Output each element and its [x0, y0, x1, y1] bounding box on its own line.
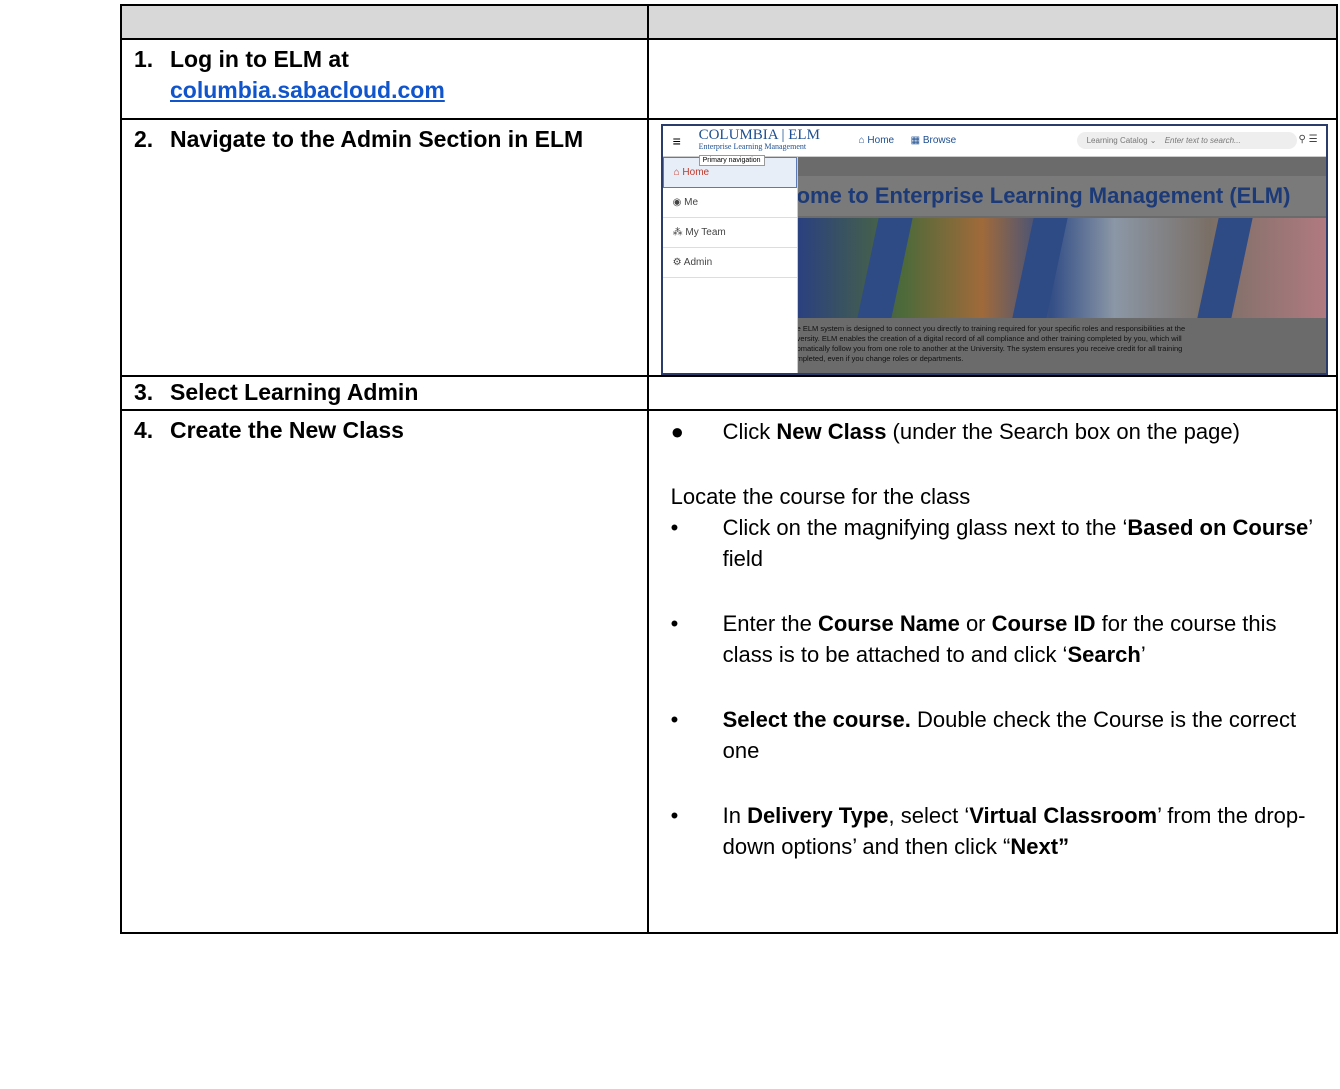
table-header-row — [120, 4, 1339, 40]
table-row: 4. Create the New Class ● Click New Clas… — [120, 409, 1339, 934]
step-number: 1. — [134, 46, 154, 72]
primary-navigation-tooltip: Primary navigation — [698, 155, 765, 166]
search-scope: Learning Catalog — [1086, 136, 1148, 145]
table-row: 3. Select Learning Admin — [120, 375, 1339, 411]
step-text: Log in to ELM at columbia.sabacloud.com — [170, 44, 445, 106]
step-number: 3. — [134, 379, 154, 405]
nav-browse-label: Browse — [922, 135, 957, 146]
step-3: 3. Select Learning Admin — [122, 377, 647, 408]
detail-cell: ● Click New Class (under the Search box … — [646, 409, 1339, 934]
primary-nav-menu: ⌂ Home ◉ Me ⁂ My Team ⚙ Admin — [662, 157, 798, 373]
bullet-icon: • — [670, 515, 679, 540]
detail-cell — [646, 375, 1339, 411]
desc-line: mpleted, even if you change roles or dep… — [796, 354, 964, 363]
bullet-icon: • — [670, 707, 679, 732]
step-number: 2. — [134, 126, 154, 152]
search-icon: ⚲ ☰ — [1298, 134, 1318, 145]
search-placeholder: Enter text to search... — [1164, 136, 1241, 145]
elm-screenshot: ≡ COLUMBIA | ELM Enterprise Learning Man… — [660, 124, 1328, 375]
menu-label: Me — [684, 197, 699, 208]
elm-search-box: Learning Catalog ⌄ Enter text to search.… — [1076, 132, 1297, 149]
header-cell-left — [120, 4, 649, 40]
instructions: ● Click New Class (under the Search box … — [649, 411, 1336, 862]
list-item: • Select the course. Double check the Co… — [671, 704, 1324, 766]
table-row: 2. Navigate to the Admin Section in ELM … — [120, 118, 1339, 377]
list-item: • In Delivery Type, select ‘Virtual Clas… — [671, 800, 1324, 862]
detail-cell: ≡ COLUMBIA | ELM Enterprise Learning Man… — [646, 118, 1339, 377]
step-2: 2. Navigate to the Admin Section in ELM — [122, 120, 647, 159]
bullet-text: Select the course. Double check the Cour… — [722, 707, 1297, 763]
table-row: 1. Log in to ELM at columbia.sabacloud.c… — [120, 38, 1339, 120]
list-item: • Enter the Course Name or Course ID for… — [671, 608, 1324, 670]
menu-item-me: ◉ Me — [662, 188, 797, 218]
nav-home-label: Home — [867, 135, 895, 146]
menu-item-my-team: ⁂ My Team — [662, 218, 797, 248]
bullet-text: Enter the Course Name or Course ID for t… — [722, 611, 1277, 667]
desc-line: omatically follow you from one role to a… — [796, 344, 1183, 353]
step-label: Log in to ELM at — [170, 46, 349, 72]
bullet-icon: ● — [670, 419, 684, 444]
list-item: • Click on the magnifying glass next to … — [671, 512, 1324, 574]
detail-cell — [646, 38, 1339, 120]
list-item: ● Click New Class (under the Search box … — [671, 416, 1324, 447]
bullet-text: In Delivery Type, select ‘Virtual Classr… — [722, 803, 1306, 859]
menu-label: Admin — [683, 257, 713, 268]
menu-item-admin: ⚙ Admin — [662, 248, 797, 278]
elm-description: e ELM system is designed to connect you … — [797, 324, 1317, 364]
step-cell: 2. Navigate to the Admin Section in ELM — [120, 118, 649, 377]
menu-label: My Team — [685, 227, 726, 238]
nav-browse: ▦ Browse — [910, 135, 957, 146]
bullet-text: Click New Class (under the Search box on… — [722, 419, 1240, 444]
step-number: 4. — [134, 417, 154, 443]
welcome-banner-title: ome to Enterprise Learning Management (E… — [796, 176, 1326, 216]
step-text: Create the New Class — [170, 417, 404, 443]
step-text: Select Learning Admin — [170, 379, 419, 405]
step-text: Navigate to the Admin Section in ELM — [170, 126, 584, 152]
logo-sub: Enterprise Learning Management — [698, 142, 807, 151]
step-cell: 3. Select Learning Admin — [120, 375, 649, 411]
bullet-icon: • — [670, 803, 679, 828]
instruction-table: 1. Log in to ELM at columbia.sabacloud.c… — [120, 4, 1339, 934]
menu-label: Home — [682, 167, 710, 178]
logo-main: COLUMBIA | ELM — [698, 127, 820, 143]
bullet-text: Click on the magnifying glass next to th… — [722, 515, 1313, 571]
step-4: 4. Create the New Class — [122, 411, 647, 450]
bullet-icon: • — [670, 611, 679, 636]
hamburger-icon: ≡ — [672, 133, 681, 149]
locate-text: Locate the course for the class — [670, 484, 971, 509]
columbia-logo: COLUMBIA | ELM Enterprise Learning Manag… — [699, 128, 820, 152]
nav-home: ⌂ Home — [858, 135, 895, 146]
step-cell: 1. Log in to ELM at columbia.sabacloud.c… — [120, 38, 649, 120]
step-cell: 4. Create the New Class — [120, 409, 649, 934]
elm-top-bar: ≡ COLUMBIA | ELM Enterprise Learning Man… — [662, 126, 1326, 157]
step-1: 1. Log in to ELM at columbia.sabacloud.c… — [122, 40, 647, 110]
desc-line: e ELM system is designed to connect you … — [796, 324, 1186, 333]
header-cell-right — [646, 4, 1339, 40]
elm-login-link[interactable]: columbia.sabacloud.com — [170, 77, 445, 103]
desc-line: versity. ELM enables the creation of a d… — [796, 334, 1182, 343]
